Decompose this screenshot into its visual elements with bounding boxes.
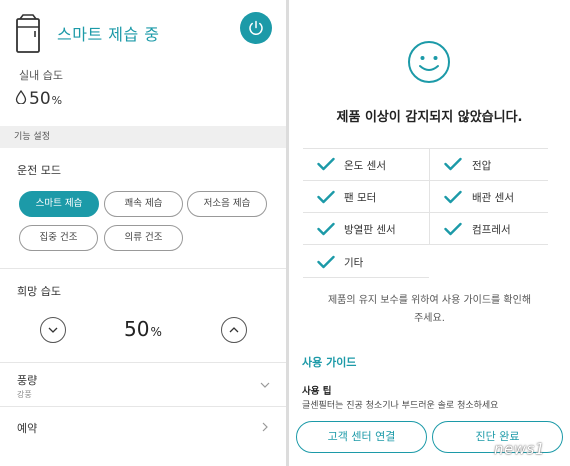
maintenance-note-line: 제품의 유지 보수를 위하여 사용 가이드를 확인해 <box>327 295 532 306</box>
humidity-increase-button[interactable] <box>221 317 247 343</box>
divider <box>0 362 286 363</box>
diagnosis-item: 방열판 센서 <box>344 224 396 236</box>
diagnosis-item: 온도 센서 <box>344 160 386 172</box>
screen: 스마트 제습 중 실내 습도 50% 기능 설정 운전 모드 스마트 제습 쾌속… <box>0 0 570 466</box>
diagnosis-item: 전압 <box>472 160 492 172</box>
diagnosis-item: 배관 센서 <box>472 192 514 204</box>
mode-chip-smart[interactable]: 스마트 제습 <box>19 191 99 217</box>
fan-label: 풍량 <box>17 374 38 387</box>
indoor-humidity-unit: % <box>51 94 63 107</box>
chevron-right-icon <box>262 422 268 432</box>
chevron-down-icon <box>48 327 58 333</box>
maintenance-note-line: 주세요. <box>414 313 445 324</box>
mode-chip-quiet[interactable]: 저소음 제습 <box>187 191 267 217</box>
target-humidity-label: 희망 습도 <box>17 285 61 298</box>
dehumidifier-icon <box>16 14 40 53</box>
divider <box>303 244 548 245</box>
status-title: 스마트 제습 중 <box>57 25 160 44</box>
humidity-decrease-button[interactable] <box>40 317 66 343</box>
chevron-up-icon <box>229 327 239 333</box>
reservation-label: 예약 <box>17 422 38 435</box>
smiley-icon <box>408 41 450 83</box>
news1-watermark: news1 <box>494 440 545 458</box>
chevron-down-icon <box>260 382 270 388</box>
section-header: 기능 설정 <box>0 126 286 148</box>
humidity-drop-icon <box>15 90 27 104</box>
check-icon <box>317 190 335 204</box>
customer-center-button[interactable]: 고객 센터 연결 <box>296 421 427 453</box>
dehumidifier-control-panel: 스마트 제습 중 실내 습도 50% 기능 설정 운전 모드 스마트 제습 쾌속… <box>0 0 286 466</box>
check-icon <box>317 222 335 236</box>
indoor-humidity-value: 50% <box>15 89 62 109</box>
check-icon <box>444 222 462 236</box>
divider <box>303 180 548 181</box>
indoor-humidity-number: 50 <box>29 89 51 109</box>
diagnosis-item: 기타 <box>344 257 364 269</box>
check-icon <box>317 157 335 171</box>
power-icon <box>249 20 263 35</box>
divider <box>303 212 548 213</box>
usage-tip-title: 사용 팁 <box>302 386 332 397</box>
diagnosis-result-title: 제품 이상이 감지되지 않았습니다. <box>336 110 523 125</box>
check-icon <box>317 255 335 269</box>
diagnosis-item: 팬 모터 <box>344 192 377 204</box>
mode-chip-clothes-dry[interactable]: 의류 건조 <box>104 225 183 251</box>
check-icon <box>444 190 462 204</box>
divider <box>303 277 429 278</box>
usage-guide-title: 사용 가이드 <box>302 356 357 369</box>
mode-chip-rapid[interactable]: 쾌속 제습 <box>104 191 183 217</box>
target-humidity-value: 50% <box>124 317 162 341</box>
diagnosis-panel: 제품 이상이 감지되지 않았습니다. 온도 센서 전압 팬 모터 배관 센서 방… <box>289 0 570 466</box>
indoor-humidity-label: 실내 습도 <box>19 69 63 82</box>
divider <box>429 148 430 244</box>
divider <box>0 406 286 407</box>
scroll-fade <box>289 405 570 419</box>
operation-mode-label: 운전 모드 <box>17 164 61 177</box>
check-icon <box>444 157 462 171</box>
power-button[interactable] <box>240 12 272 44</box>
maintenance-note: 제품의 유지 보수를 위하여 사용 가이드를 확인해 주세요. <box>309 292 550 328</box>
target-humidity-number: 50 <box>124 317 150 341</box>
status-header: 스마트 제습 중 실내 습도 50% <box>0 0 286 124</box>
divider <box>303 148 548 149</box>
mode-chip-concentrated-dry[interactable]: 집중 건조 <box>19 225 98 251</box>
target-humidity-unit: % <box>150 325 162 339</box>
diagnosis-item: 컴프레서 <box>472 224 511 236</box>
fan-value: 강풍 <box>17 390 32 399</box>
divider <box>0 268 286 269</box>
